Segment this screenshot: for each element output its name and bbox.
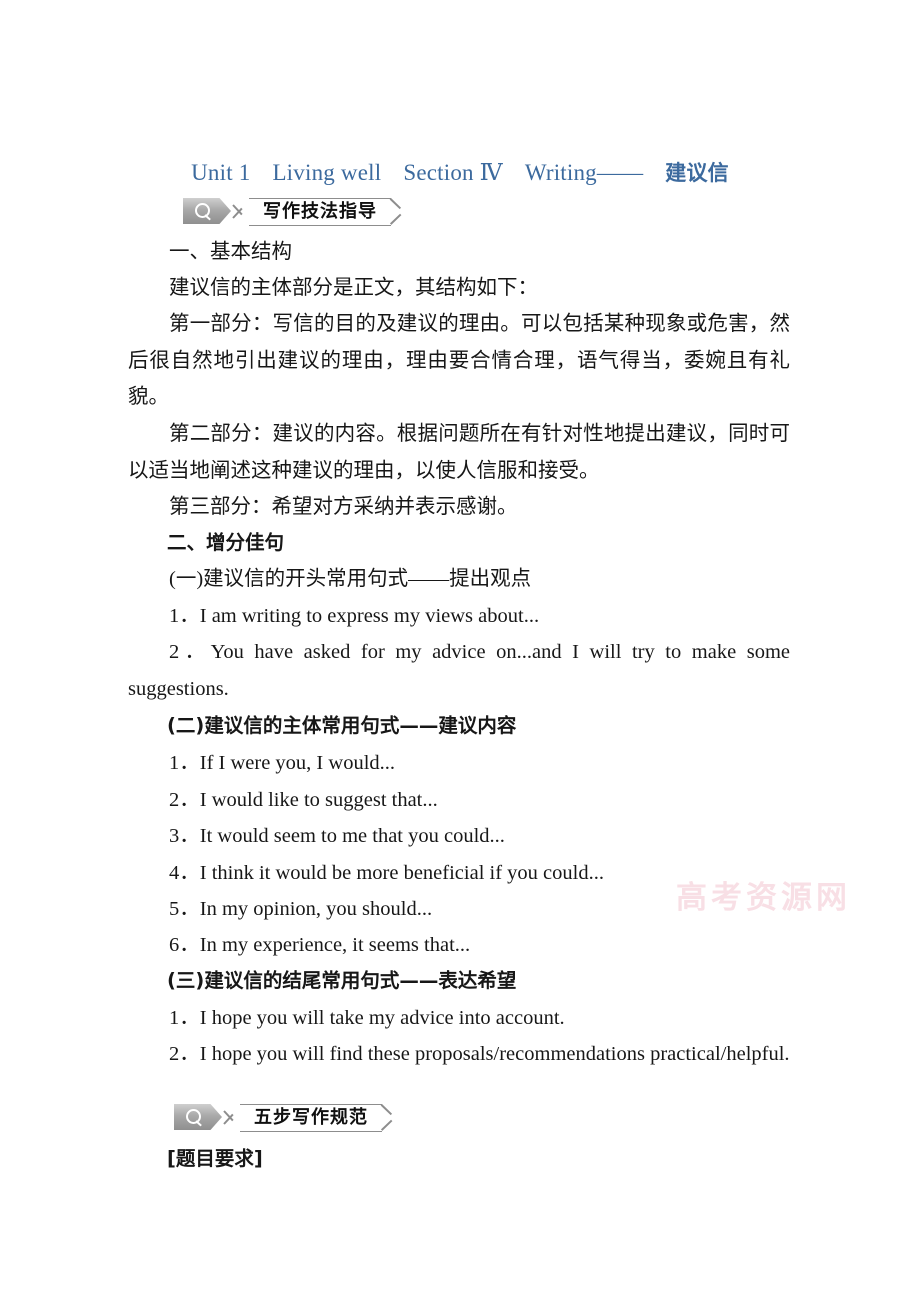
structure-intro: 建议信的主体部分是正文，其结构如下： <box>169 277 538 299</box>
sentence-text: I hope you will take my advice into acco… <box>199 1007 565 1029</box>
sentence-1-1: 1．I am writing to express my views about… <box>128 598 790 635</box>
section-banner-writing-technique: 写作技法指导 <box>183 198 408 226</box>
magnifier-icon <box>174 1104 222 1130</box>
document-page: Unit 1 Living well Section Ⅳ Writing—— 建议信 写… <box>0 0 920 1302</box>
sentence-number: 1． <box>169 1007 200 1029</box>
title-section: Section Ⅳ <box>403 160 503 185</box>
banner-label: 写作技法指导 <box>263 201 377 222</box>
sentence-number: 5． <box>169 898 200 920</box>
sentence-2-1: 1．If I were you, I would... <box>128 745 790 782</box>
sentence-text: You have asked for my advice on...and I … <box>128 641 791 700</box>
sentence-text: In my experience, it seems that... <box>199 934 471 956</box>
chevron-right-icon <box>233 198 249 224</box>
group-heading-3: (三)建议信的结尾常用句式——表达希望 <box>167 969 517 992</box>
sentence-number: 4． <box>169 862 200 884</box>
sentence-number: 2． <box>169 789 200 811</box>
sentence-number: 2． <box>169 1043 200 1065</box>
sentence-text: I hope you will find these proposals/rec… <box>199 1043 790 1065</box>
banner-tail-chevron-icon <box>382 1104 399 1130</box>
heading-structure: 一、基本结构 <box>169 241 292 263</box>
banner-body: 写作技法指导 <box>249 198 391 226</box>
sentence-2-2: 2．I would like to suggest that... <box>128 782 790 819</box>
chevron-right-icon <box>224 1104 240 1130</box>
structure-part-3: 第三部分：希望对方采纳并表示感谢。 <box>169 496 518 518</box>
structure-part-2: 第二部分：建议的内容。根据问题所在有针对性地提出建议，同时可以适当地阐述这种建议… <box>128 423 790 482</box>
sentence-text: It would seem to me that you could... <box>199 825 505 847</box>
page-title: Unit 1 Living well Section Ⅳ Writing—— 建议信 <box>128 158 792 188</box>
sentence-number: 1． <box>169 752 200 774</box>
sentence-text: In my opinion, you should... <box>199 898 433 920</box>
sentence-text: I think it would be more beneficial if y… <box>199 862 604 884</box>
sentence-number: 1． <box>169 605 200 627</box>
banner-tail-chevron-icon <box>391 198 408 224</box>
requirement-label: [题目要求] <box>167 1147 263 1170</box>
sentence-2-3: 3．It would seem to me that you could... <box>128 818 790 855</box>
banner-label: 五步写作规范 <box>254 1107 368 1128</box>
sentence-text: I am writing to express my views about..… <box>199 605 540 627</box>
sentence-text: I would like to suggest that... <box>199 789 438 811</box>
section-banner-five-step-writing: 五步写作规范 <box>174 1104 399 1132</box>
sentence-number: 3． <box>169 825 200 847</box>
group-heading-2: (二)建议信的主体常用句式——建议内容 <box>167 714 517 737</box>
title-topic-cn: 建议信 <box>665 161 729 185</box>
sentence-2-6: 6．In my experience, it seems that... <box>128 927 790 964</box>
sentence-2-4: 4．I think it would be more beneficial if… <box>128 855 790 892</box>
sentence-3-1: 1．I hope you will take my advice into ac… <box>128 1000 790 1037</box>
title-unit: Unit 1 <box>191 160 251 185</box>
title-topic-en: Writing—— <box>524 160 644 185</box>
sentence-number: 6． <box>169 934 200 956</box>
group-heading-1: (一)建议信的开头常用句式——提出观点 <box>169 568 532 590</box>
structure-part-1: 第一部分：写信的目的及建议的理由。可以包括某种现象或危害，然后很自然地引出建议的… <box>128 313 790 409</box>
sentence-3-2: 2．I hope you will find these proposals/r… <box>128 1036 790 1073</box>
banner-body: 五步写作规范 <box>240 1104 382 1132</box>
sentence-number: 2． <box>169 641 211 663</box>
magnifier-icon <box>183 198 231 224</box>
title-lesson: Living well <box>272 160 382 185</box>
sentence-text: If I were you, I would... <box>199 752 396 774</box>
heading-sentences: 二、增分佳句 <box>167 531 285 554</box>
sentence-2-5: 5．In my opinion, you should... <box>128 891 790 928</box>
